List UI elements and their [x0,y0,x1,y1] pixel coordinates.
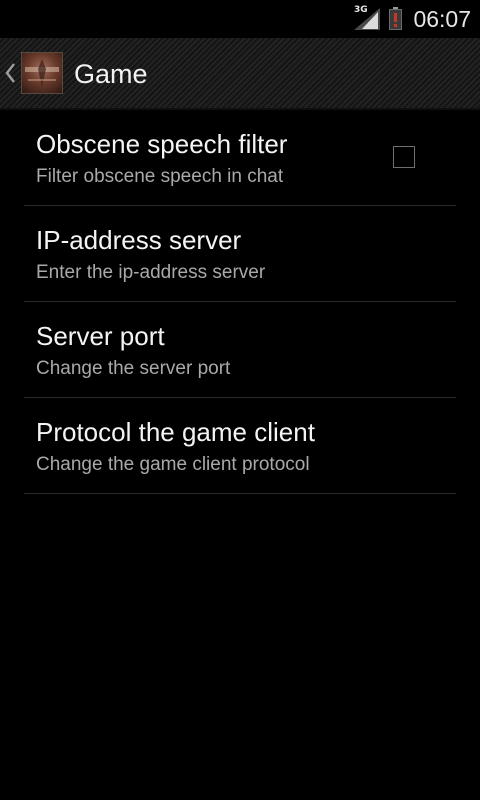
action-bar: Game [0,38,480,110]
app-icon [21,52,63,94]
up-navigation-button[interactable] [0,38,68,108]
preference-list: Obscene speech filter Filter obscene spe… [24,110,456,494]
status-clock: 06:07 [413,6,471,32]
page-title: Game [74,59,148,89]
signal-icon [354,8,380,30]
status-bar: 3G 06:07 [0,0,480,38]
pref-server-port[interactable]: Server port Change the server port [24,302,456,398]
pref-summary: Change the server port [36,358,231,379]
pref-protocol-game-client[interactable]: Protocol the game client Change the game… [24,398,456,494]
battery-icon [389,7,402,30]
pref-summary: Change the game client protocol [36,454,310,475]
pref-title: IP-address server [36,225,242,255]
pref-summary: Enter the ip-address server [36,262,266,283]
pref-obscene-speech-filter[interactable]: Obscene speech filter Filter obscene spe… [24,110,456,206]
pref-title: Server port [36,321,165,351]
pref-title: Obscene speech filter [36,129,288,159]
back-chevron-icon [5,63,15,83]
pref-summary: Filter obscene speech in chat [36,166,284,187]
pref-ip-address-server[interactable]: IP-address server Enter the ip-address s… [24,206,456,302]
obscene-filter-checkbox[interactable] [393,146,415,168]
pref-title: Protocol the game client [36,417,315,447]
